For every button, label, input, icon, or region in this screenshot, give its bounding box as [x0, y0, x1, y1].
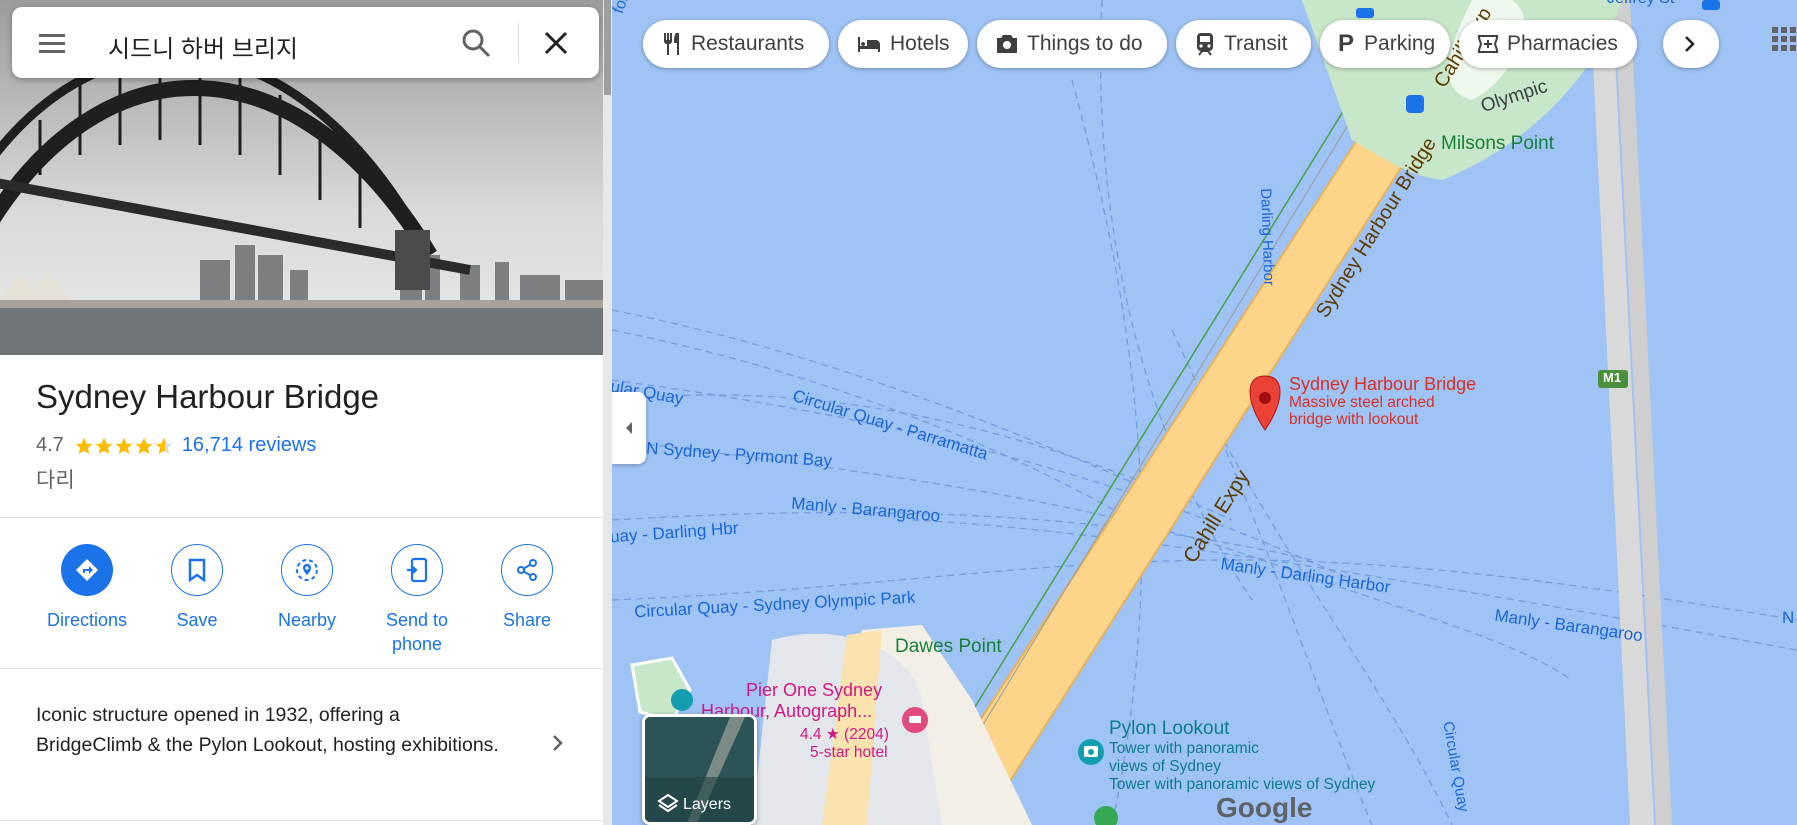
rating-stars: [74, 436, 174, 456]
fork-knife-icon: [664, 33, 679, 55]
divider: [0, 820, 603, 821]
pylon-desc-2: views of Sydney: [1109, 758, 1221, 775]
apps-grid-icon[interactable]: [1770, 25, 1796, 55]
nearby-icon: [296, 559, 318, 581]
rating-row: 4.7 16,714 reviews: [36, 434, 316, 457]
marker-desc-2: bridge with lookout: [1289, 411, 1419, 428]
nearby-button[interactable]: Nearby: [252, 544, 362, 632]
chip-transit[interactable]: Transit: [1176, 20, 1311, 68]
map-canvas[interactable]: Jeffrey St ford Cahill Exp Olympic Milso…: [612, 0, 1797, 825]
place-description[interactable]: Iconic structure opened in 1932, offerin…: [36, 700, 506, 760]
map-label-darling-harbor: Darling Harbor: [1257, 188, 1278, 287]
star-icon: [95, 437, 113, 454]
share-button[interactable]: Share: [472, 544, 582, 632]
place-panel: 시드니 하버 브리지 Sydney Harbour Bridge 4.7 16,…: [0, 0, 603, 825]
chevron-right-icon: [1685, 36, 1695, 52]
place-category: 다리: [36, 469, 75, 492]
pylon-desc-1: Tower with panoramic: [1109, 740, 1259, 757]
action-label: Share: [502, 610, 552, 630]
search-divider: [518, 23, 519, 63]
divider: [0, 517, 603, 518]
map-label-jeffrey: Jeffrey St: [1607, 0, 1674, 8]
panel-scrollbar[interactable]: [603, 0, 612, 825]
map-marker-sydney-harbour-bridge[interactable]: [1249, 375, 1281, 431]
star-icon: [115, 437, 133, 454]
bookmark-icon: [188, 558, 206, 582]
half-star-icon: [155, 437, 173, 454]
star-icon: [135, 437, 153, 454]
pylon-lookout-pin[interactable]: [1078, 739, 1104, 765]
hotel-rating: 4.4 ★ (2204): [800, 726, 889, 743]
send-to-phone-icon: [407, 557, 428, 583]
search-box: 시드니 하버 브리지: [12, 7, 599, 78]
bed-icon: [858, 37, 880, 52]
send-to-phone-button[interactable]: Send to phone: [362, 544, 472, 656]
collapse-panel-button[interactable]: [612, 392, 646, 464]
camera-icon: [997, 35, 1017, 53]
chip-pharmacies[interactable]: Pharmacies: [1459, 20, 1637, 68]
directions-button[interactable]: Directions: [32, 544, 142, 632]
chevron-right-icon[interactable]: [548, 733, 568, 753]
close-icon[interactable]: [542, 29, 570, 57]
scrollbar-thumb[interactable]: [604, 0, 611, 95]
google-logo: Google: [1216, 792, 1313, 823]
rating-value: 4.7: [36, 434, 64, 456]
chip-label: Hotels: [890, 32, 950, 55]
chip-restaurants[interactable]: Restaurants: [643, 20, 829, 68]
map-label-m1: M1: [1603, 370, 1622, 385]
parking-icon: P: [1338, 30, 1355, 57]
action-label: Nearby: [277, 610, 337, 630]
search-icon[interactable]: [460, 27, 492, 59]
map-label-dawes-point: Dawes Point: [895, 636, 1002, 657]
caret-left-icon: [626, 422, 632, 434]
pharmacy-icon: [1478, 35, 1498, 53]
map-label-pylon-lookout[interactable]: Pylon Lookout: [1109, 718, 1229, 740]
action-label: Send to phone: [385, 610, 449, 654]
marker-title[interactable]: Sydney Harbour Bridge: [1289, 374, 1476, 395]
reviews-link[interactable]: 16,714 reviews: [182, 434, 317, 457]
layers-button[interactable]: Layers: [642, 714, 757, 825]
layers-label: Layers: [683, 796, 732, 813]
divider: [0, 668, 603, 669]
layers-icon: [657, 793, 679, 813]
train-icon: [1197, 33, 1213, 56]
map-label-milsons-point: Milsons Point: [1441, 133, 1554, 154]
star-icon: [75, 437, 93, 454]
chip-label: Things to do: [1027, 32, 1143, 55]
action-label: Save: [176, 610, 218, 630]
chip-label: Transit: [1224, 32, 1288, 55]
chip-label: Parking: [1364, 32, 1436, 55]
pier-one-hotel-pin[interactable]: [902, 707, 928, 733]
chip-label: Restaurants: [691, 32, 805, 55]
hotel-class: 5-star hotel: [810, 744, 888, 761]
menu-icon[interactable]: [37, 29, 67, 57]
hotel-name-line-1[interactable]: Pier One Sydney: [746, 680, 882, 701]
place-title: Sydney Harbour Bridge: [36, 378, 380, 415]
chip-label: Pharmacies: [1507, 32, 1618, 55]
chips-next-button[interactable]: [1663, 20, 1719, 68]
share-icon: [517, 559, 537, 581]
save-button[interactable]: Save: [142, 544, 252, 632]
chip-things-to-do[interactable]: Things to do: [977, 20, 1167, 68]
directions-icon: [76, 559, 98, 581]
action-label: Directions: [46, 610, 128, 630]
marker-desc-1: Massive steel arched: [1289, 394, 1435, 411]
search-input[interactable]: 시드니 하버 브리지: [108, 29, 298, 64]
chip-hotels[interactable]: Hotels: [838, 20, 968, 68]
chip-parking[interactable]: P Parking: [1320, 20, 1450, 68]
map-label-n-edge: N: [1782, 608, 1795, 627]
